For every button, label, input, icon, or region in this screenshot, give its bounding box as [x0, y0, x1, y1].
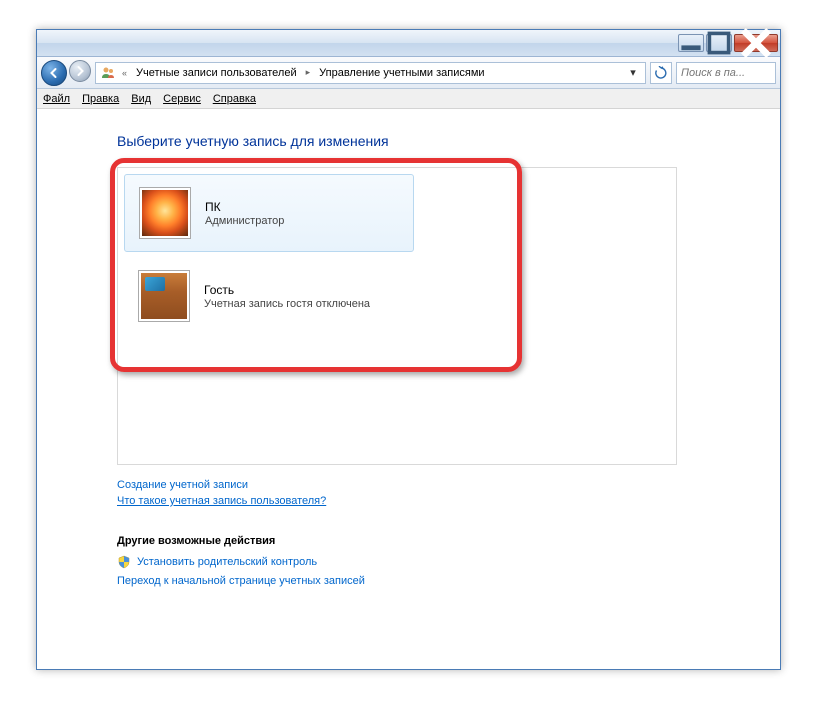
flower-icon — [142, 190, 188, 236]
user-accounts-icon — [100, 65, 116, 81]
navigation-bar: « Учетные записи пользователей ▸ Управле… — [37, 57, 780, 89]
parental-controls-label: Установить родительский контроль — [137, 556, 317, 568]
create-account-link[interactable]: Создание учетной записи — [117, 479, 248, 491]
refresh-button[interactable] — [650, 62, 672, 84]
suitcase-icon — [141, 273, 187, 319]
go-home-link[interactable]: Переход к начальной странице учетных зап… — [117, 575, 730, 587]
breadcrumb-chevrons: « — [118, 68, 131, 78]
content-area: Выберите учетную запись для изменения ПК… — [37, 109, 780, 669]
breadcrumb-dropdown[interactable]: ▾ — [625, 66, 641, 79]
account-name: Гость — [204, 283, 370, 297]
menu-view[interactable]: Вид — [131, 93, 151, 105]
account-info: ПК Администратор — [205, 200, 284, 227]
page-title: Выберите учетную запись для изменения — [117, 133, 730, 149]
breadcrumb-item-manage[interactable]: Управление учетными записями — [316, 65, 487, 81]
account-tile-guest[interactable]: Гость Учетная запись гостя отключена — [124, 258, 670, 334]
titlebar — [37, 30, 780, 57]
account-role: Администратор — [205, 215, 284, 227]
menu-tools[interactable]: Сервис — [163, 93, 201, 105]
breadcrumb-separator-icon: ▸ — [302, 67, 315, 78]
maximize-button[interactable] — [706, 34, 732, 52]
account-name: ПК — [205, 200, 284, 214]
parental-controls-link[interactable]: Установить родительский контроль — [117, 555, 730, 569]
accounts-panel: ПК Администратор Гость Учетная запись го… — [117, 167, 677, 465]
breadcrumb-item-accounts[interactable]: Учетные записи пользователей — [133, 65, 300, 81]
back-button[interactable] — [41, 60, 67, 86]
other-actions-heading: Другие возможные действия — [117, 535, 730, 547]
account-info: Гость Учетная запись гостя отключена — [204, 283, 370, 310]
avatar — [138, 270, 190, 322]
go-home-label: Переход к начальной странице учетных зап… — [117, 575, 365, 587]
menu-edit[interactable]: Правка — [82, 93, 119, 105]
breadcrumb: « Учетные записи пользователей ▸ Управле… — [95, 62, 646, 84]
menu-help[interactable]: Справка — [213, 93, 256, 105]
link-list: Создание учетной записи Что такое учетна… — [117, 479, 730, 511]
account-tile-pc[interactable]: ПК Администратор — [124, 174, 414, 252]
what-is-account-link[interactable]: Что такое учетная запись пользователя? — [117, 495, 326, 507]
search-input[interactable] — [681, 67, 771, 79]
search-box — [676, 62, 776, 84]
other-actions: Другие возможные действия Установить род… — [117, 535, 730, 587]
avatar — [139, 187, 191, 239]
account-role: Учетная запись гостя отключена — [204, 298, 370, 310]
shield-icon — [117, 555, 131, 569]
menu-file[interactable]: Файл — [43, 93, 70, 105]
control-panel-window: « Учетные записи пользователей ▸ Управле… — [36, 29, 781, 670]
close-button[interactable] — [734, 34, 778, 52]
minimize-button[interactable] — [678, 34, 704, 52]
menu-bar: Файл Правка Вид Сервис Справка — [37, 89, 780, 109]
forward-button[interactable] — [69, 60, 91, 82]
